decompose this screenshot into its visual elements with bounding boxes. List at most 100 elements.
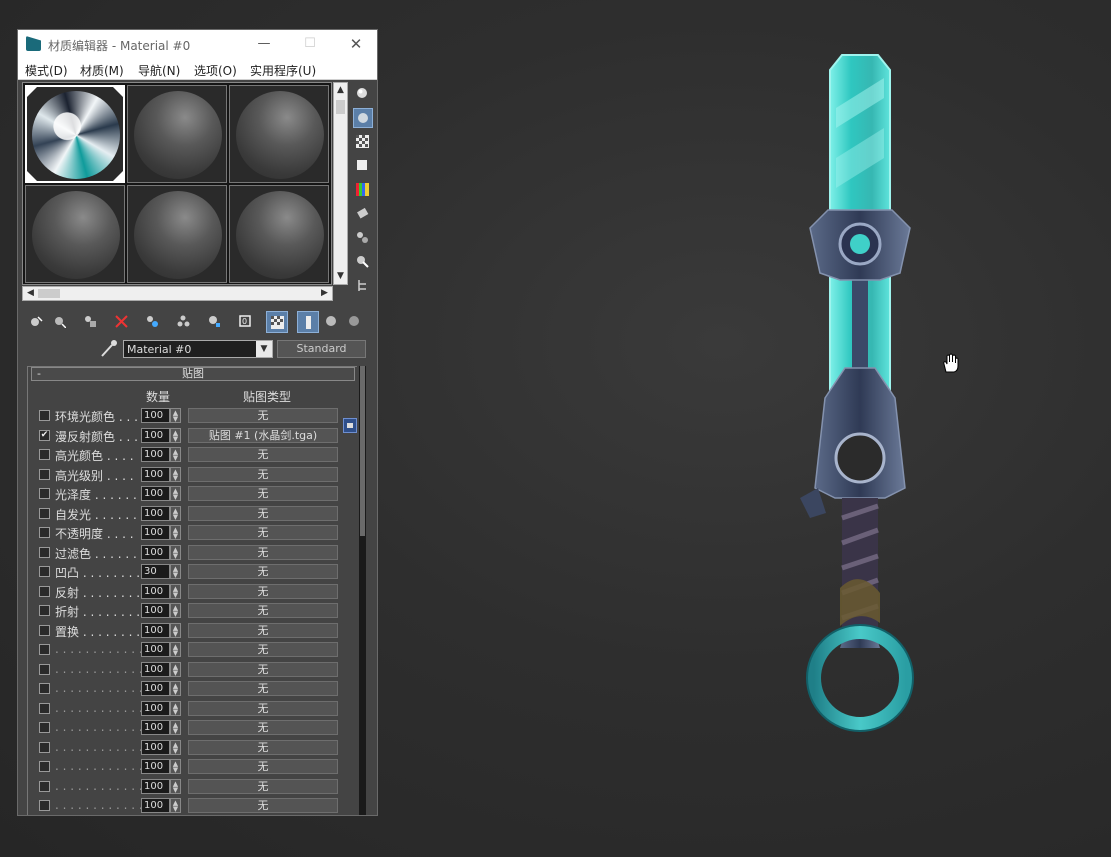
map-amount-input[interactable]: 100	[141, 544, 170, 560]
amount-spinner[interactable]: ▲ ▼	[170, 427, 181, 443]
map-slot-button[interactable]: 无	[188, 642, 338, 657]
menu-mode[interactable]: 模式(D)	[25, 62, 68, 79]
maximize-button[interactable]: ☐	[287, 30, 333, 58]
map-amount-input[interactable]: 100	[141, 681, 170, 696]
map-slot-button[interactable]: 贴图 #1 (水晶剑.tga)	[188, 427, 338, 443]
minimize-button[interactable]: —	[241, 30, 287, 58]
rollout-scrollbar[interactable]	[359, 366, 366, 815]
map-enable-checkbox[interactable]	[39, 410, 50, 421]
amount-spinner[interactable]: ▲ ▼	[170, 739, 181, 755]
video-color-check-button[interactable]	[353, 180, 373, 200]
map-amount-input[interactable]: 100	[141, 798, 170, 813]
map-amount-input[interactable]: 100	[141, 759, 170, 774]
material-name-field[interactable]: Material #0 ▼	[123, 340, 273, 358]
sample-slot-5[interactable]	[127, 185, 227, 283]
map-enable-checkbox[interactable]	[39, 780, 50, 792]
map-enable-checkbox[interactable]	[39, 468, 50, 480]
amount-spinner[interactable]: ▲ ▼	[170, 447, 181, 462]
map-enable-checkbox[interactable]	[39, 605, 50, 616]
chevron-down-icon[interactable]: ▼	[256, 341, 272, 357]
title-bar[interactable]: 材质编辑器 - Material #0 — ☐ ✕	[18, 30, 377, 58]
amount-spinner[interactable]: ▲ ▼	[170, 544, 181, 560]
map-amount-input[interactable]: 100	[141, 427, 170, 443]
make-copy-button[interactable]	[142, 311, 164, 333]
map-enable-checkbox[interactable]	[39, 449, 50, 460]
map-enable-checkbox[interactable]: ✔	[39, 429, 50, 441]
amount-spinner[interactable]: ▲ ▼	[170, 642, 181, 657]
map-amount-input[interactable]: 100	[141, 486, 170, 501]
scroll-thumb[interactable]	[336, 100, 345, 114]
map-slot-button[interactable]: 无	[188, 466, 338, 482]
map-amount-input[interactable]: 100	[141, 622, 170, 638]
map-amount-input[interactable]: 100	[141, 778, 170, 794]
make-unique-button[interactable]	[173, 311, 195, 333]
scroll-up-icon[interactable]: ▲	[334, 83, 347, 98]
sample-slot-6[interactable]	[229, 185, 329, 283]
sample-slot-1[interactable]	[25, 85, 125, 183]
map-enable-checkbox[interactable]	[39, 585, 50, 597]
map-amount-input[interactable]: 100	[141, 525, 170, 540]
map-enable-checkbox[interactable]	[39, 624, 50, 636]
make-preview-button[interactable]	[353, 204, 373, 224]
amount-spinner[interactable]: ▲ ▼	[170, 408, 181, 423]
map-enable-checkbox[interactable]	[39, 683, 50, 694]
map-slot-button[interactable]: 无	[188, 778, 338, 794]
backlight-button[interactable]	[353, 108, 373, 128]
viewport[interactable]	[380, 0, 1111, 857]
put-to-library-button[interactable]	[204, 311, 226, 333]
options-button[interactable]	[353, 228, 373, 248]
background-button[interactable]	[353, 132, 373, 152]
get-material-button[interactable]	[26, 311, 48, 333]
go-forward-to-sibling-button[interactable]	[344, 311, 366, 333]
map-slot-button[interactable]: 无	[188, 525, 338, 540]
go-to-parent-button[interactable]	[321, 311, 343, 333]
put-to-scene-button[interactable]	[49, 311, 71, 333]
select-by-material-button[interactable]	[353, 252, 373, 272]
map-slot-button[interactable]: 无	[188, 798, 338, 813]
map-enable-checkbox[interactable]	[39, 527, 50, 538]
menu-utilities[interactable]: 实用程序(U)	[250, 62, 316, 79]
map-enable-checkbox[interactable]	[39, 722, 50, 733]
map-enable-checkbox[interactable]	[39, 761, 50, 772]
scroll-thumb[interactable]	[38, 289, 60, 298]
map-slot-button[interactable]: 无	[188, 759, 338, 774]
amount-spinner[interactable]: ▲ ▼	[170, 466, 181, 482]
sample-slot-3[interactable]	[229, 85, 329, 183]
scroll-right-icon[interactable]: ▶	[317, 287, 332, 300]
map-slot-button[interactable]: 无	[188, 564, 338, 579]
scroll-left-icon[interactable]: ◀	[23, 287, 38, 300]
amount-spinner[interactable]: ▲ ▼	[170, 681, 181, 696]
amount-spinner[interactable]: ▲ ▼	[170, 700, 181, 716]
map-enable-checkbox[interactable]	[39, 644, 50, 655]
menu-navigation[interactable]: 导航(N)	[138, 62, 180, 79]
map-slot-button[interactable]: 无	[188, 603, 338, 618]
menu-options[interactable]: 选项(O)	[194, 62, 237, 79]
slots-horizontal-scrollbar[interactable]: ◀ ▶	[22, 286, 333, 301]
map-slot-button[interactable]: 无	[188, 447, 338, 462]
map-amount-input[interactable]: 30	[141, 564, 170, 579]
map-amount-input[interactable]: 100	[141, 583, 170, 599]
amount-spinner[interactable]: ▲ ▼	[170, 778, 181, 794]
amount-spinner[interactable]: ▲ ▼	[170, 603, 181, 618]
map-enable-checkbox[interactable]	[39, 546, 50, 558]
map-amount-input[interactable]: 100	[141, 447, 170, 462]
amount-spinner[interactable]: ▲ ▼	[170, 486, 181, 501]
map-enable-checkbox[interactable]	[39, 800, 50, 811]
amount-spinner[interactable]: ▲ ▼	[170, 505, 181, 521]
reset-map-button[interactable]	[111, 311, 133, 333]
map-enable-checkbox[interactable]	[39, 507, 50, 519]
map-enable-checkbox[interactable]	[39, 566, 50, 577]
map-slot-button[interactable]: 无	[188, 408, 338, 423]
material-type-button[interactable]: Standard	[277, 340, 366, 358]
sample-slot-2[interactable]	[127, 85, 227, 183]
sample-type-button[interactable]	[353, 84, 373, 104]
show-map-in-viewport-button[interactable]	[266, 311, 288, 333]
amount-spinner[interactable]: ▲ ▼	[170, 564, 181, 579]
amount-spinner[interactable]: ▲ ▼	[170, 622, 181, 638]
amount-spinner[interactable]: ▲ ▼	[170, 720, 181, 735]
map-slot-button[interactable]: 无	[188, 720, 338, 735]
map-amount-input[interactable]: 100	[141, 466, 170, 482]
map-amount-input[interactable]: 100	[141, 661, 170, 677]
map-amount-input[interactable]: 100	[141, 642, 170, 657]
material-id-channel-button[interactable]: 0	[235, 311, 257, 333]
